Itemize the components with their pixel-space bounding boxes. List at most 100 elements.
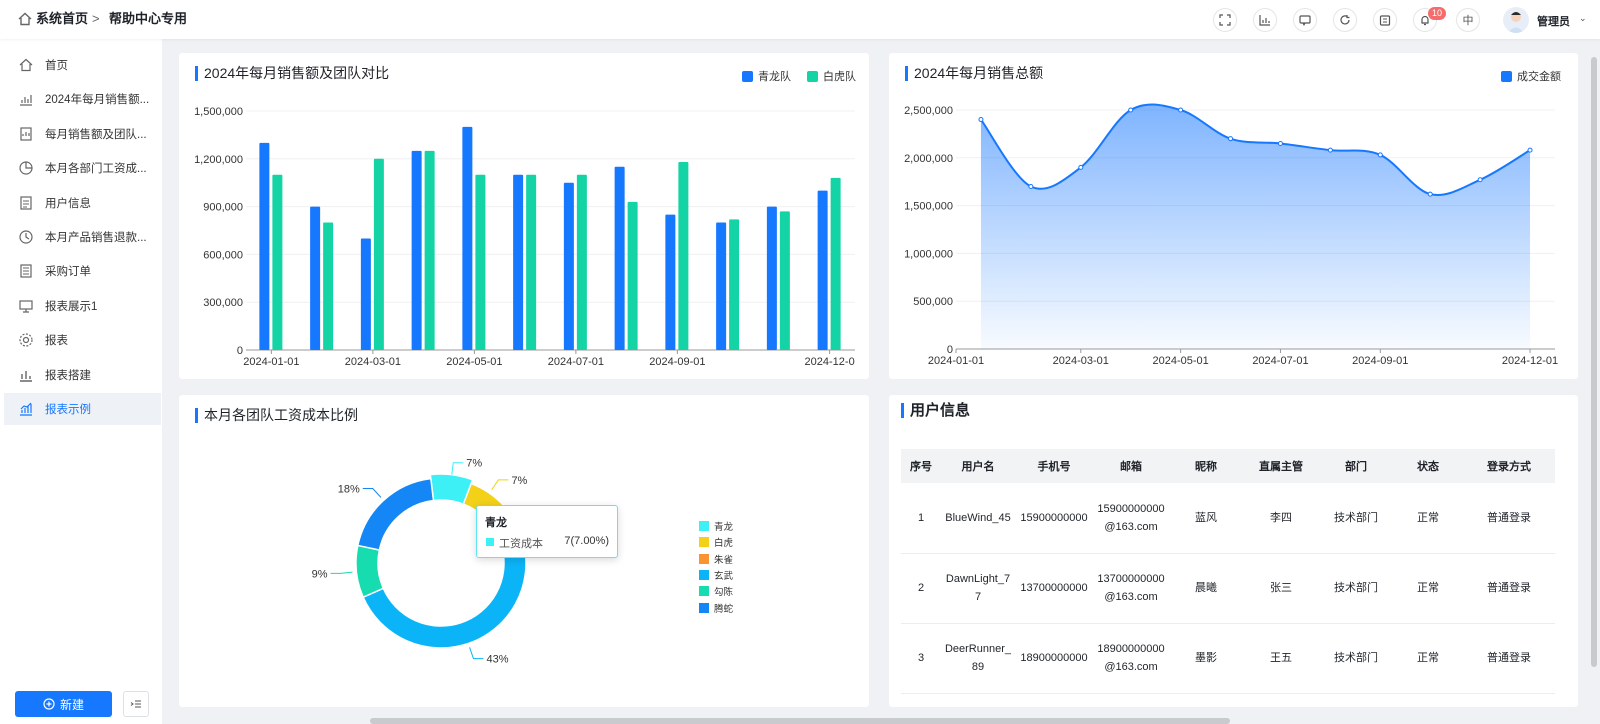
data-point[interactable] [1128,107,1134,113]
bar[interactable] [716,222,727,350]
data-point[interactable] [1028,183,1034,189]
table-row[interactable]: 1 BlueWind_45 15900000000 15900000000@163.c… [901,483,1555,554]
sidebar-item[interactable]: 本月产品销售退款... [4,221,161,253]
pie-chart-icon [18,160,34,176]
pie-legend-item[interactable]: 白虎 [699,534,733,550]
legend-label: 白虎 [714,538,734,550]
refresh-icon[interactable] [1333,8,1357,32]
data-point[interactable] [1078,164,1084,170]
new-button[interactable]: 新建 [15,691,112,717]
home-icon[interactable] [18,12,32,26]
bar[interactable] [563,182,574,350]
tooltip-value: 7(7.00%) [564,535,609,547]
bar[interactable] [424,150,435,350]
display-icon [18,298,34,314]
bar[interactable] [259,142,270,350]
y-tick-label: 0 [237,345,243,357]
avatar[interactable] [1503,7,1529,33]
sidebar-item[interactable]: 用户信息 [4,187,161,219]
label-line [330,571,353,574]
message-icon[interactable] [1293,8,1317,32]
bar[interactable] [665,214,676,350]
table-cell: 蓝风 [1169,483,1243,554]
breadcrumb-home[interactable]: 系统首页 [36,11,88,27]
user-table-title: 用户信息 [901,403,970,418]
table-cell: 正常 [1393,483,1463,554]
vertical-scrollbar[interactable] [1591,57,1597,667]
data-point[interactable] [1178,107,1184,113]
data-point[interactable] [1527,147,1533,153]
calendar-icon[interactable] [1373,8,1397,32]
collapse-sidebar-button[interactable] [123,691,149,717]
pie-legend-item[interactable]: 朱雀 [699,551,733,567]
sales-bar-chart-panel: 2024年每月销售额及团队对比 青龙队 白虎队 0 300,000 600,000 9… [179,53,869,379]
bar[interactable] [411,150,422,350]
bar[interactable] [475,174,486,350]
pie-slice[interactable] [355,544,385,599]
bar[interactable] [779,211,790,350]
data-point[interactable] [1228,136,1234,142]
sidebar-item-label: 报表示例 [45,404,91,416]
sidebar-item[interactable]: 报表展示1 [4,290,161,322]
data-point[interactable] [1477,177,1483,183]
table-cell: DeerRunner_89 [941,623,1015,694]
data-point[interactable] [1277,140,1283,146]
sidebar-item[interactable]: 首页 [4,49,161,81]
bar[interactable] [373,158,384,350]
table-row[interactable]: 2 DawnLight_77 13700000000 13700000000@163.… [901,553,1555,624]
user-name[interactable]: 管理员 [1537,13,1570,29]
sidebar-item-label: 本月各部门工资成... [45,163,147,176]
table-cell: DawnLight_77 [941,553,1015,624]
chevron-down-icon[interactable]: ⌄ [1579,13,1587,24]
data-point[interactable] [1327,147,1333,153]
data-point[interactable] [1427,191,1433,197]
data-point[interactable] [978,117,984,123]
pie-legend-item[interactable]: 青龙 [699,518,733,534]
bar[interactable] [310,206,321,350]
sidebar-item[interactable]: 2024年每月销售额... [4,83,161,115]
language-switch[interactable]: 中 [1456,8,1480,32]
bar[interactable] [513,174,524,350]
horizontal-scrollbar[interactable] [370,718,1230,724]
pie-legend-item[interactable]: 腾蛇 [699,599,733,615]
table-cell: 正常 [1393,553,1463,624]
bar[interactable] [627,201,638,350]
bar[interactable] [729,219,740,350]
y-tick-label: 1,200,000 [194,154,243,166]
bar[interactable] [614,166,625,350]
tooltip-title: 青龙 [485,517,507,529]
table-header-cell: 部门 [1319,449,1393,483]
table-cell: 1 [901,483,941,554]
bar[interactable] [272,174,283,350]
pie-legend-item[interactable]: 玄武 [699,567,733,583]
bar[interactable] [678,161,689,350]
bar[interactable] [766,206,777,350]
table-row[interactable]: 3 DeerRunner_89 18900000000 18900000000@163… [901,623,1555,694]
table-cell: 13700000000@163.com [1093,553,1169,624]
fullscreen-icon[interactable] [1213,8,1237,32]
bar[interactable] [830,177,841,350]
sidebar-item-label: 首页 [45,60,68,72]
bar[interactable] [323,222,334,350]
pie-legend-item[interactable]: 勾陈 [699,583,733,599]
bar[interactable] [576,174,587,350]
data-point[interactable] [1377,152,1383,158]
slice-label: 43% [486,654,508,666]
y-tick-label: 1,000,000 [904,248,953,260]
sidebar-item[interactable]: 报表搭建 [4,359,161,391]
bar[interactable] [526,174,537,350]
order-icon [18,263,34,279]
sidebar-item[interactable]: 本月各部门工资成... [4,152,161,184]
sidebar-item[interactable]: 报表示例 [4,393,161,425]
sidebar-item[interactable]: 采购订单 [4,255,161,287]
sidebar-item[interactable]: 报表 [4,324,161,356]
bar[interactable] [817,190,828,350]
pie-slice[interactable] [362,541,527,649]
bar[interactable] [360,238,371,350]
chart-icon[interactable] [1253,8,1277,32]
user-table: 序号 用户名 手机号 邮箱 昵称 直属主管 部门 状态 登录方式 1 BlueWind_45 159… [901,449,1555,694]
sales-total-chart-panel: 2024年每月销售总额 成交金额 0 500,000 1,000,000 1,500,… [889,53,1578,379]
bar[interactable] [462,126,473,350]
sidebar-item[interactable]: 每月销售额及团队... [4,118,161,150]
pie-slice[interactable] [356,477,435,551]
